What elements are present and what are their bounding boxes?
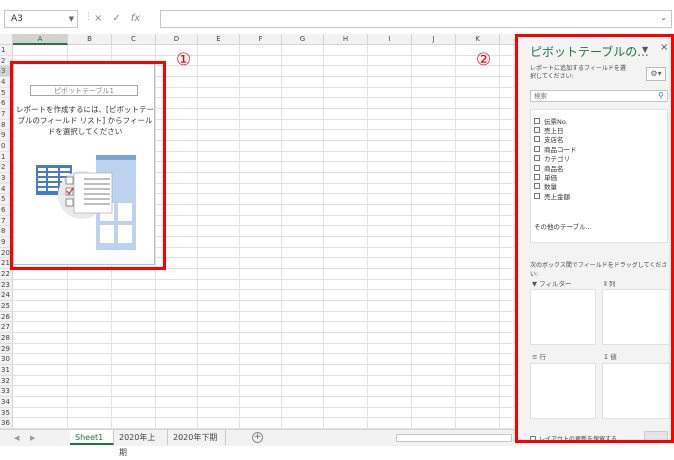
formula-input[interactable]: ⌄ <box>160 10 672 28</box>
add-sheet-icon[interactable]: + <box>252 432 263 443</box>
column-header[interactable]: B <box>68 34 112 45</box>
grid-line <box>13 300 513 301</box>
column-header[interactable]: E <box>198 34 240 45</box>
column-header[interactable]: K <box>456 34 500 45</box>
annotation-label-2: ② <box>476 50 492 70</box>
column-header[interactable]: J <box>412 34 456 45</box>
cancel-icon[interactable]: × <box>94 10 102 28</box>
formula-bar: A3 ▼ ⋮ × ✓ fx ⌄ <box>0 0 674 34</box>
grid-line <box>367 45 368 429</box>
name-box-value: A3 <box>11 14 23 24</box>
row-header[interactable]: 1 <box>0 45 13 56</box>
grid-line <box>13 417 513 419</box>
grid-line <box>13 364 513 365</box>
row-header[interactable]: 35 <box>0 408 13 419</box>
grid-line <box>13 353 513 355</box>
annotation-label-1: ① <box>176 50 192 70</box>
expand-formula-icon[interactable]: ⌄ <box>660 13 667 22</box>
column-header[interactable]: C <box>112 34 156 45</box>
row-header[interactable]: 36 <box>0 418 13 429</box>
next-sheet-icon[interactable]: ▶ <box>30 434 35 442</box>
row-header[interactable]: 29 <box>0 344 13 355</box>
row-header[interactable]: 23 <box>0 280 13 291</box>
grid-line <box>13 289 513 291</box>
column-header[interactable]: F <box>240 34 282 45</box>
grid-line <box>13 342 513 344</box>
grid-line <box>323 45 324 429</box>
grid-line <box>13 374 513 376</box>
row-header[interactable]: 34 <box>0 397 13 408</box>
enter-icon[interactable]: ✓ <box>112 10 120 28</box>
row-header[interactable]: 25 <box>0 301 13 312</box>
grid-line <box>197 45 198 429</box>
grid-line <box>13 278 513 280</box>
horizontal-scrollbar[interactable] <box>396 434 512 442</box>
row-header[interactable]: 22 <box>0 269 13 280</box>
grid-line <box>13 310 513 312</box>
row-header[interactable]: 24 <box>0 290 13 301</box>
insert-function-icon[interactable]: fx <box>131 10 140 28</box>
column-header[interactable]: H <box>324 34 368 45</box>
prev-sheet-icon[interactable]: ◀ <box>14 434 19 442</box>
grid-line <box>411 45 412 429</box>
row-header[interactable]: 30 <box>0 354 13 365</box>
column-headers: ABCDEFGHIJK <box>0 34 520 45</box>
name-box[interactable]: A3 ▼ <box>4 10 78 28</box>
sheet-tab[interactable]: 2020年上期 <box>114 430 168 457</box>
column-header[interactable]: I <box>368 34 412 45</box>
annotation-box-1 <box>10 61 166 270</box>
grid-line <box>13 385 513 387</box>
sheet-tab[interactable]: 2020年下期 <box>168 430 226 445</box>
column-header[interactable]: G <box>282 34 324 45</box>
annotation-box-2 <box>515 34 674 443</box>
grid-line <box>13 406 513 408</box>
row-header[interactable]: 31 <box>0 365 13 376</box>
formula-separator: ⋮ <box>84 12 93 22</box>
grid-line <box>13 321 513 323</box>
grid-line <box>13 54 513 56</box>
row-header[interactable]: 32 <box>0 376 13 387</box>
grid-line <box>13 332 513 333</box>
sheet-tab-bar: ◀ ▶ Sheet1 2020年上期 2020年下期 + <box>0 429 515 457</box>
row-header[interactable]: 27 <box>0 322 13 333</box>
grid-line <box>13 396 513 397</box>
select-all-corner[interactable] <box>0 34 13 45</box>
row-header[interactable]: 33 <box>0 386 13 397</box>
grid-line <box>281 45 282 429</box>
row-header[interactable]: 26 <box>0 312 13 323</box>
chevron-down-icon[interactable]: ▼ <box>69 11 74 27</box>
grid-line <box>499 45 500 429</box>
column-header[interactable]: D <box>156 34 198 45</box>
sheet-tab[interactable]: Sheet1 <box>70 430 114 445</box>
grid-line <box>239 45 240 429</box>
column-header[interactable]: A <box>13 34 68 45</box>
row-header[interactable]: 28 <box>0 333 13 344</box>
grid-line <box>455 45 456 429</box>
